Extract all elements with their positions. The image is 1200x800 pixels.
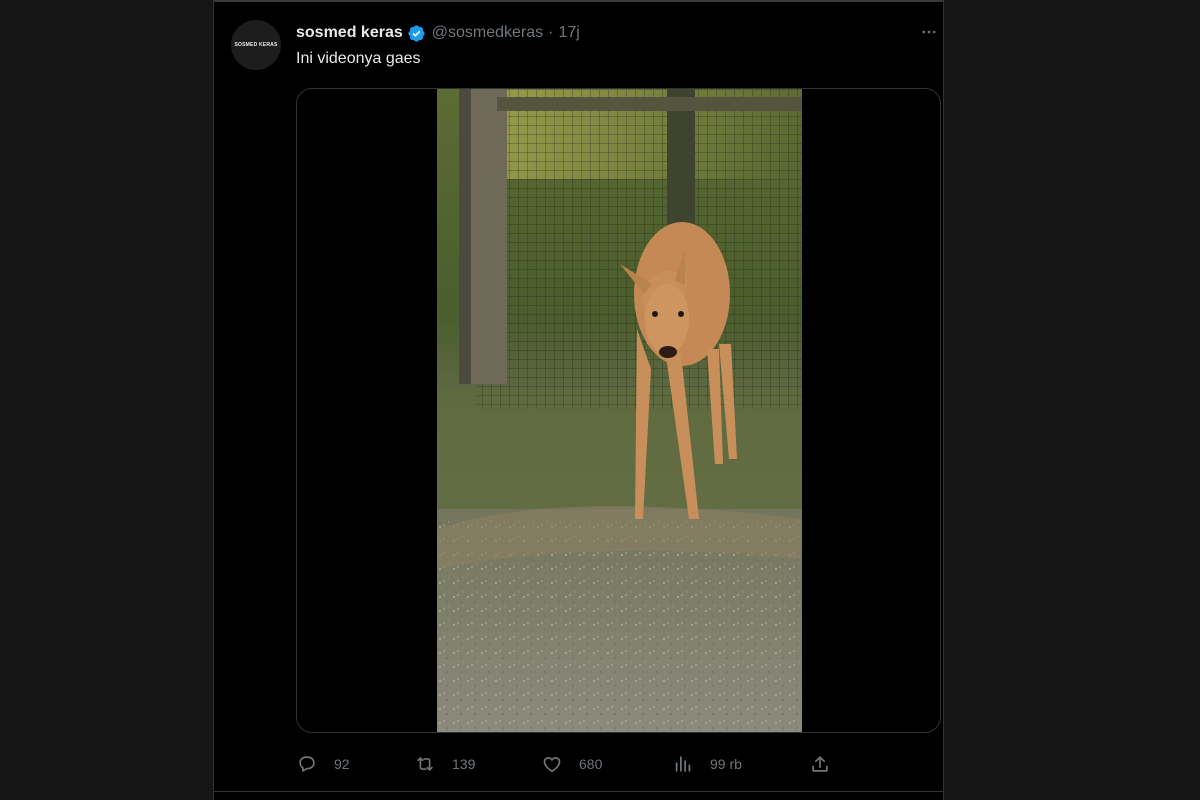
video-player[interactable] bbox=[296, 88, 941, 733]
action-bar: 92 139 680 99 rb bbox=[296, 750, 831, 778]
page: SOSMED KERAS sosmed keras @sosmedkeras ·… bbox=[0, 0, 1200, 800]
user-handle[interactable]: @sosmedkeras bbox=[432, 24, 543, 42]
share-button[interactable] bbox=[809, 750, 831, 778]
divider bbox=[214, 0, 943, 2]
avatar-logo-text: SOSMED KERAS bbox=[234, 42, 278, 48]
retweet-count: 139 bbox=[452, 756, 476, 772]
tweet-text: Ini videonya gaes bbox=[296, 50, 421, 67]
like-button[interactable]: 680 bbox=[541, 750, 602, 778]
display-name[interactable]: sosmed keras bbox=[296, 24, 403, 42]
verified-badge-icon[interactable] bbox=[407, 24, 426, 43]
like-icon bbox=[543, 756, 561, 773]
avatar[interactable]: SOSMED KERAS bbox=[231, 20, 281, 70]
tweet-header: sosmed keras @sosmedkeras · 17j bbox=[296, 22, 580, 44]
views-button[interactable]: 99 rb bbox=[672, 750, 742, 778]
reply-icon bbox=[299, 756, 315, 772]
separator-dot: · bbox=[548, 24, 554, 41]
reply-button[interactable]: 92 bbox=[296, 750, 350, 778]
like-count: 680 bbox=[579, 756, 603, 772]
views-icon bbox=[675, 756, 691, 772]
divider bbox=[214, 791, 943, 792]
timestamp[interactable]: 17j bbox=[558, 24, 579, 42]
reply-count: 92 bbox=[334, 756, 350, 772]
share-icon bbox=[812, 756, 828, 772]
video-frame[interactable] bbox=[437, 89, 802, 733]
fence-rail bbox=[497, 97, 802, 111]
retweet-icon bbox=[417, 757, 433, 771]
tweet-card[interactable]: SOSMED KERAS sosmed keras @sosmedkeras ·… bbox=[213, 0, 944, 800]
fence-post-right bbox=[667, 89, 695, 239]
views-count: 99 rb bbox=[710, 756, 742, 772]
more-icon[interactable] bbox=[919, 22, 939, 42]
fence-post-left-shade bbox=[459, 89, 471, 384]
retweet-button[interactable]: 139 bbox=[414, 750, 475, 778]
